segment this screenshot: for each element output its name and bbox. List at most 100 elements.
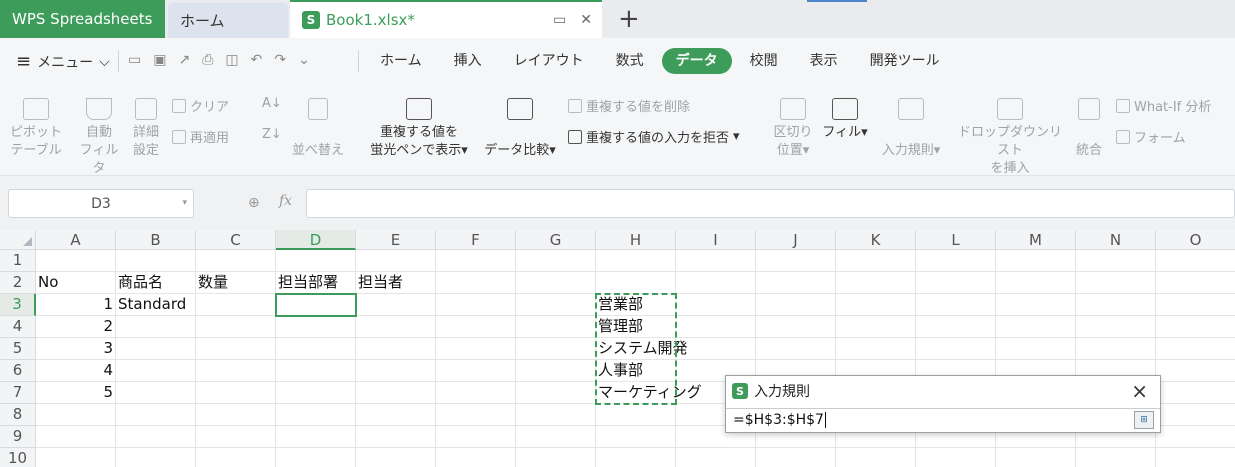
new-tab-button[interactable]: +	[618, 4, 640, 34]
cell-c7[interactable]	[196, 382, 276, 404]
cell-n4[interactable]	[1076, 316, 1156, 338]
cell-b1[interactable]	[116, 250, 196, 272]
cell-c1[interactable]	[196, 250, 276, 272]
cell-l2[interactable]	[916, 272, 996, 294]
cell-o4[interactable]	[1156, 316, 1235, 338]
undo-icon[interactable]: ↶	[251, 52, 263, 68]
cell-a4[interactable]: 2	[36, 316, 116, 338]
cell-o7[interactable]	[1156, 382, 1235, 404]
cell-m3[interactable]	[996, 294, 1076, 316]
cell-f3[interactable]	[436, 294, 516, 316]
sort-ascending-button[interactable]: A↓	[262, 96, 282, 111]
cell-c5[interactable]	[196, 338, 276, 360]
row-header-8[interactable]: 8	[0, 404, 36, 426]
cell-b9[interactable]	[116, 426, 196, 448]
cell-h1[interactable]	[596, 250, 676, 272]
cell-m4[interactable]	[996, 316, 1076, 338]
fx-icon[interactable]: fx	[279, 193, 292, 209]
pivot-table-button[interactable]: ピボット テーブル	[10, 98, 62, 160]
cell-f8[interactable]	[436, 404, 516, 426]
cell-d2[interactable]: 担当部署	[276, 272, 356, 294]
column-header-l[interactable]: L	[916, 230, 996, 250]
cell-j3[interactable]	[756, 294, 836, 316]
cell-f9[interactable]	[436, 426, 516, 448]
cell-b7[interactable]	[116, 382, 196, 404]
cell-b2[interactable]: 商品名	[116, 272, 196, 294]
reapply-filter-button[interactable]: 再適用	[172, 127, 229, 146]
cell-e6[interactable]	[356, 360, 436, 382]
row-header-1[interactable]: 1	[0, 250, 36, 272]
cell-a10[interactable]	[36, 448, 116, 467]
cell-f7[interactable]	[436, 382, 516, 404]
column-header-e[interactable]: E	[356, 230, 436, 250]
data-compare-button[interactable]: データ比較▾	[480, 98, 560, 160]
cell-c8[interactable]	[196, 404, 276, 426]
monitor-icon[interactable]: ▭	[553, 12, 566, 28]
cell-g1[interactable]	[516, 250, 596, 272]
cell-i10[interactable]	[676, 448, 756, 467]
cell-e1[interactable]	[356, 250, 436, 272]
cell-k1[interactable]	[836, 250, 916, 272]
cell-g3[interactable]	[516, 294, 596, 316]
cell-l5[interactable]	[916, 338, 996, 360]
customize-icon[interactable]: ⌄	[298, 52, 310, 68]
cell-k5[interactable]	[836, 338, 916, 360]
cell-c2[interactable]: 数量	[196, 272, 276, 294]
cell-n2[interactable]	[1076, 272, 1156, 294]
consolidate-button[interactable]: 統合	[1070, 98, 1108, 160]
cell-c10[interactable]	[196, 448, 276, 467]
cell-j4[interactable]	[756, 316, 836, 338]
cell-a1[interactable]	[36, 250, 116, 272]
column-header-n[interactable]: N	[1076, 230, 1156, 250]
chevron-down-icon[interactable]: ▾	[182, 198, 187, 208]
cell-a2[interactable]: No	[36, 272, 116, 294]
reject-duplicates-button[interactable]: 重複する値の入力を拒否 ▾	[568, 127, 740, 146]
cell-m10[interactable]	[996, 448, 1076, 467]
cell-k3[interactable]	[836, 294, 916, 316]
column-header-i[interactable]: I	[676, 230, 756, 250]
cell-h10[interactable]	[596, 448, 676, 467]
cell-i2[interactable]	[676, 272, 756, 294]
ribbon-tab-insert[interactable]: 挿入	[440, 48, 496, 74]
column-header-h[interactable]: H	[596, 230, 676, 250]
cell-c9[interactable]	[196, 426, 276, 448]
cell-d9[interactable]	[276, 426, 356, 448]
cell-i3[interactable]	[676, 294, 756, 316]
tab-home[interactable]: ホーム	[168, 3, 288, 38]
cell-g10[interactable]	[516, 448, 596, 467]
row-header-4[interactable]: 4	[0, 316, 36, 338]
cell-m2[interactable]	[996, 272, 1076, 294]
ribbon-tab-home[interactable]: ホーム	[366, 48, 436, 74]
cell-o10[interactable]	[1156, 448, 1235, 467]
cell-g9[interactable]	[516, 426, 596, 448]
ribbon-tab-view[interactable]: 表示	[796, 48, 852, 74]
highlight-duplicates-button[interactable]: 重複する値を 蛍光ペンで表示▾	[364, 98, 474, 160]
cell-d8[interactable]	[276, 404, 356, 426]
zoom-icon[interactable]: ⊕	[248, 195, 260, 211]
row-header-10[interactable]: 10	[0, 448, 36, 467]
row-header-6[interactable]: 6	[0, 360, 36, 382]
cell-k10[interactable]	[836, 448, 916, 467]
cell-o8[interactable]	[1156, 404, 1235, 426]
save-icon[interactable]: ▣	[153, 52, 166, 68]
column-header-c[interactable]: C	[196, 230, 276, 250]
cell-j2[interactable]	[756, 272, 836, 294]
cell-c3[interactable]	[196, 294, 276, 316]
cell-o3[interactable]	[1156, 294, 1235, 316]
row-header-5[interactable]: 5	[0, 338, 36, 360]
cell-e8[interactable]	[356, 404, 436, 426]
cell-j10[interactable]	[756, 448, 836, 467]
cell-g5[interactable]	[516, 338, 596, 360]
cell-g8[interactable]	[516, 404, 596, 426]
cell-k2[interactable]	[836, 272, 916, 294]
cell-b3[interactable]: Standard	[116, 294, 196, 316]
cell-n3[interactable]	[1076, 294, 1156, 316]
cell-d4[interactable]	[276, 316, 356, 338]
column-header-o[interactable]: O	[1156, 230, 1235, 250]
what-if-button[interactable]: What-If 分析	[1116, 96, 1211, 115]
column-header-j[interactable]: J	[756, 230, 836, 250]
cell-m1[interactable]	[996, 250, 1076, 272]
cell-g6[interactable]	[516, 360, 596, 382]
redo-icon[interactable]: ↷	[274, 52, 286, 68]
print-preview-icon[interactable]: ◫	[225, 52, 238, 68]
